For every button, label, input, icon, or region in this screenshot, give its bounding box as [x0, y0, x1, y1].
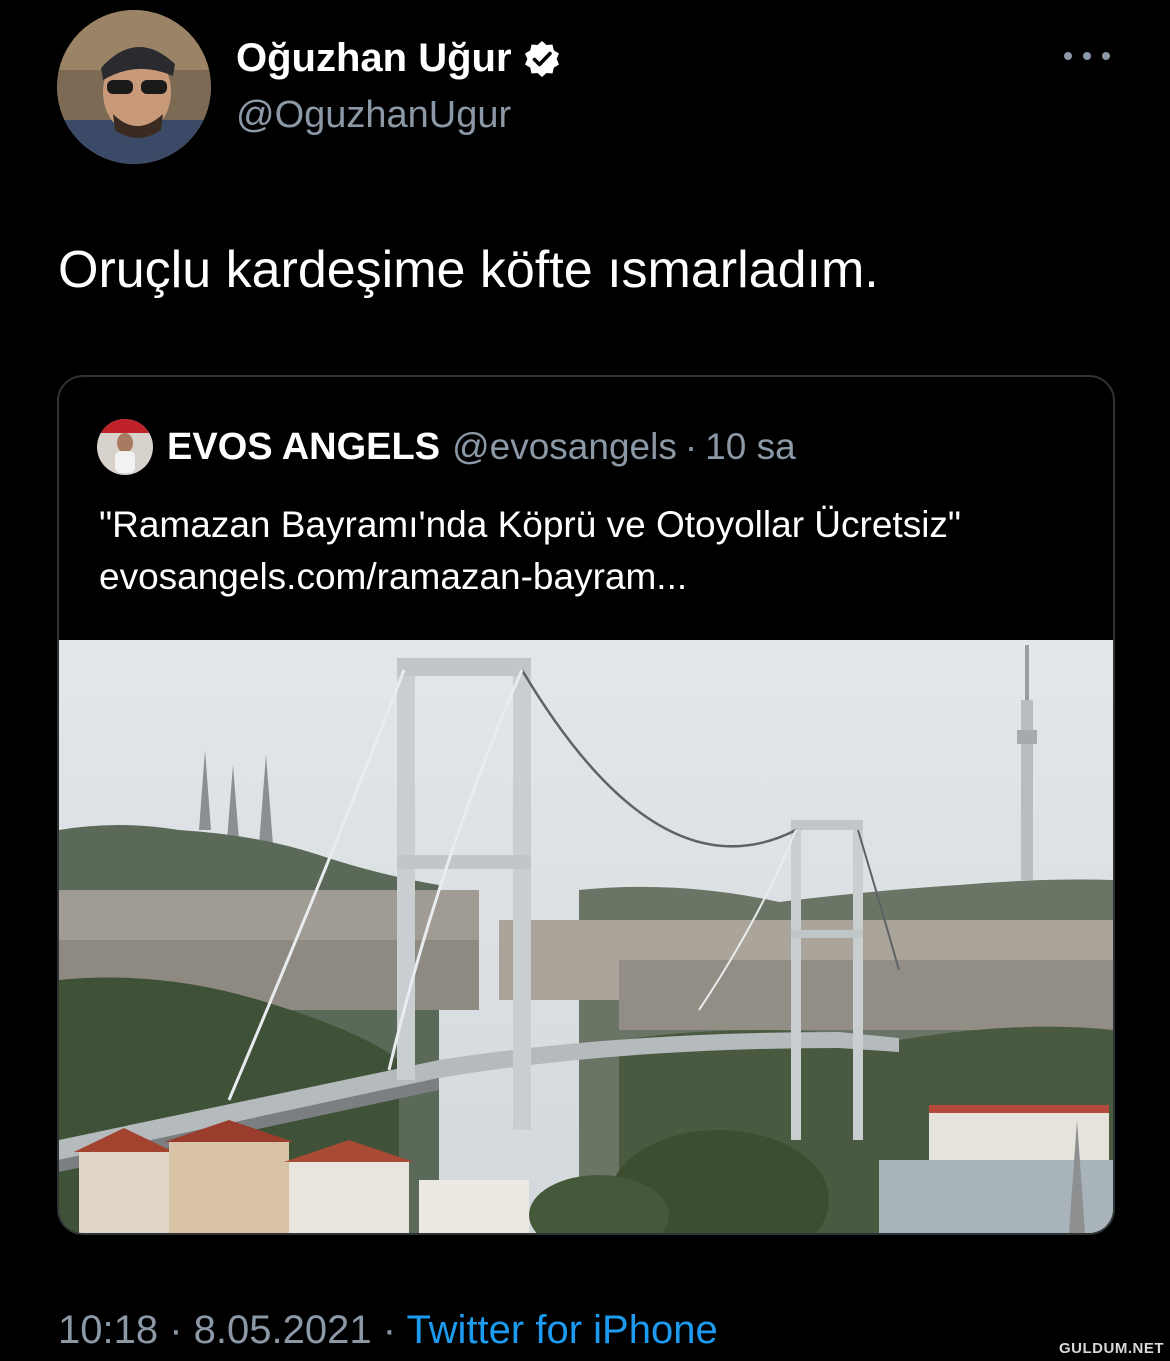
author-handle[interactable]: @OguzhanUgur	[236, 94, 511, 137]
meta-separator: ·	[158, 1308, 194, 1352]
tweet-time[interactable]: 10:18	[58, 1308, 158, 1352]
watermark: GULDUM.NET	[1059, 1340, 1164, 1357]
quoted-tweet-header: EVOS ANGELS @evosangels · 10 sa	[97, 419, 796, 475]
quoted-author-avatar[interactable]	[97, 419, 153, 475]
tweet-text: Oruçlu kardeşime köfte ısmarladım.	[58, 241, 879, 299]
bosphorus-bridge-photo[interactable]	[59, 640, 1113, 1233]
quoted-separator: ·	[684, 426, 698, 467]
tweet-source-link[interactable]: Twitter for iPhone	[406, 1308, 717, 1352]
quoted-author-name[interactable]: EVOS ANGELS	[167, 426, 440, 469]
author-name-row[interactable]: Oğuzhan Uğur	[236, 36, 562, 81]
verified-badge-icon	[522, 39, 562, 79]
more-options-icon[interactable]	[1064, 44, 1110, 68]
quoted-timestamp[interactable]: 10 sa	[705, 426, 796, 468]
tweet-date[interactable]: 8.05.2021	[194, 1308, 372, 1352]
tweet-meta: 10:18 · 8.05.2021 · Twitter for iPhone	[58, 1308, 718, 1353]
author-avatar[interactable]	[57, 10, 211, 164]
quoted-tweet-card[interactable]: EVOS ANGELS @evosangels · 10 sa "Ramazan…	[57, 375, 1115, 1235]
author-display-name[interactable]: Oğuzhan Uğur	[236, 36, 512, 81]
quoted-author-handle[interactable]: @evosangels	[452, 426, 677, 468]
meta-separator: ·	[371, 1308, 407, 1352]
quoted-tweet-text: "Ramazan Bayramı'nda Köprü ve Otoyollar …	[99, 504, 962, 597]
